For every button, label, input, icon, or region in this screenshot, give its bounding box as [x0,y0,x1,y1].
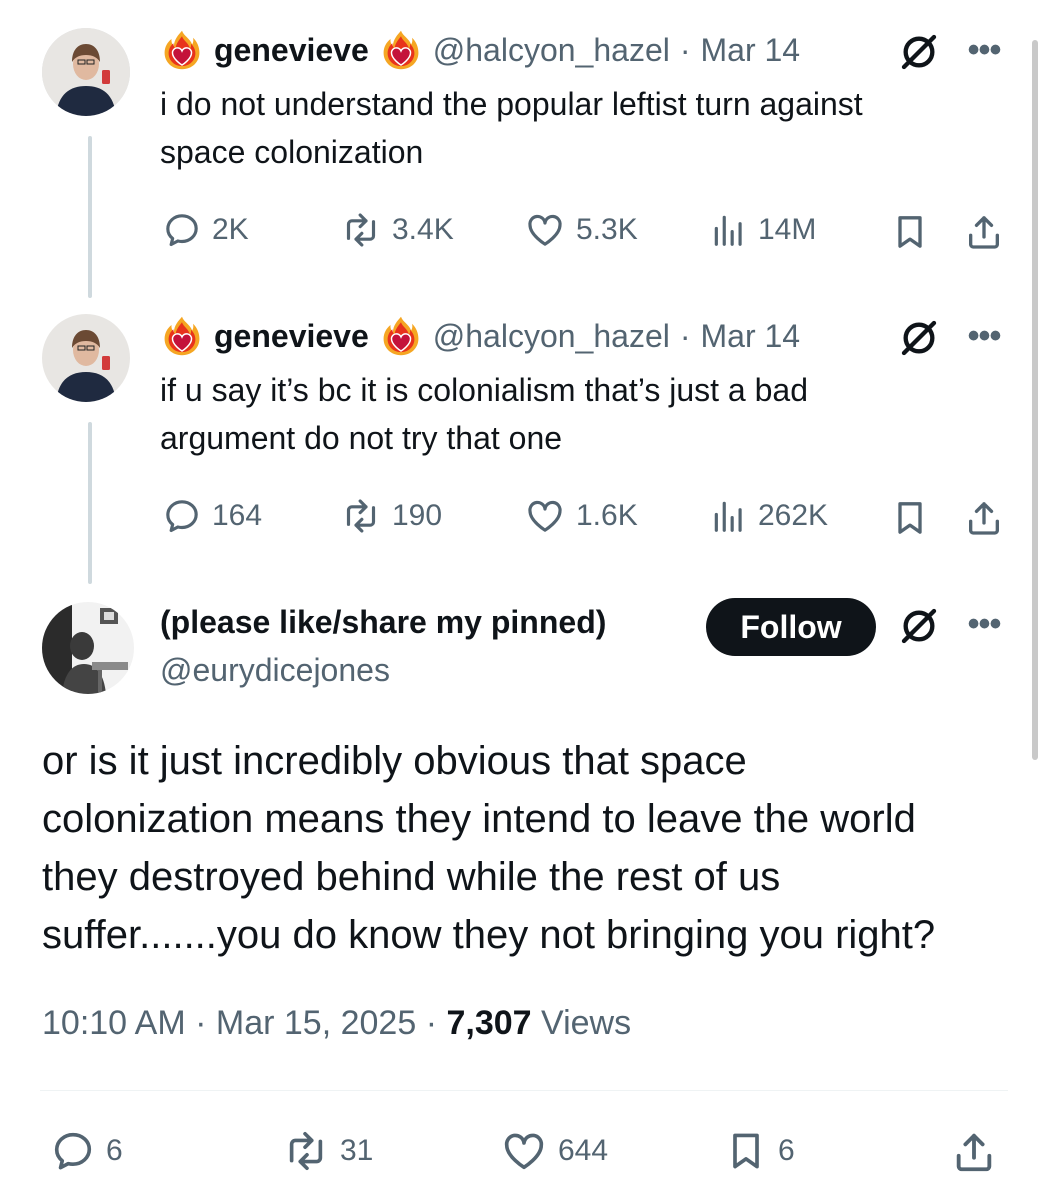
reply-icon [162,210,202,250]
bookmark-icon [890,498,930,538]
tweet-text: or is it just incredibly obvious that sp… [42,732,1012,964]
retweet-button[interactable]: 3.4K [340,210,454,250]
reply-button[interactable]: 164 [162,496,262,536]
like-count: 5.3K [576,213,638,246]
tweet-text-line: if u say it’s bc it is colonialism that’… [160,372,808,408]
retweet-icon [340,210,382,250]
like-button[interactable]: 5.3K [524,210,638,250]
grok-icon [899,606,939,646]
thread-line [88,422,92,584]
author-handle[interactable]: @halcyon_hazel [433,32,670,69]
bookmark-button[interactable] [888,210,932,254]
separator: · [679,317,691,354]
bookmark-button[interactable]: 6 [724,1128,795,1174]
author-name[interactable]: (please like/share my pinned) [160,600,606,644]
tweet-date[interactable]: Mar 14 [701,32,801,69]
share-icon [951,1129,997,1175]
bookmark-button[interactable] [888,496,932,540]
retweet-count: 31 [340,1134,374,1167]
reply-button[interactable]: 2K [162,210,249,250]
like-icon [524,210,566,250]
tweet-text-line: they destroyed behind while the rest of … [42,855,781,899]
views-button[interactable]: 262K [710,496,828,536]
like-button[interactable]: 644 [500,1128,608,1174]
author-handle[interactable]: @eurydicejones [160,648,390,692]
bookmark-icon [890,212,930,252]
avatar[interactable] [42,602,134,694]
divider [40,1090,1008,1091]
tweet-text-line: or is it just incredibly obvious that sp… [42,739,747,783]
views-count: 14M [758,213,817,246]
tweet-text-line: colonization means they intend to leave … [42,797,916,841]
tweet-text-line: i do not understand the popular leftist … [160,86,863,122]
share-icon [964,498,1004,538]
follow-button[interactable]: Follow [706,598,876,656]
profile-photo-icon [42,314,130,402]
more-button[interactable]: ••• [960,28,1008,72]
retweet-icon [282,1128,330,1174]
share-icon [964,212,1004,252]
like-count: 1.6K [576,499,638,532]
reply-count: 6 [106,1134,123,1167]
reply-count: 2K [212,213,249,246]
retweet-button[interactable]: 190 [340,496,442,536]
more-button[interactable]: ••• [960,602,1008,646]
retweet-button[interactable]: 31 [282,1128,373,1174]
avatar[interactable] [42,314,130,402]
separator: · [679,31,691,68]
views-button[interactable]: 14M [710,210,816,250]
views-label: Views [541,1004,632,1042]
views-icon [710,496,748,536]
avatar[interactable] [42,28,130,116]
share-button[interactable] [962,210,1006,254]
grok-button[interactable] [896,30,942,74]
like-count: 644 [558,1134,609,1167]
like-icon [500,1128,548,1174]
tweet-text-line: space colonization [160,134,424,170]
tweet-date[interactable]: Mar 15, 2025 [216,1004,416,1042]
grok-button[interactable] [896,604,942,648]
more-button[interactable]: ••• [960,314,1008,358]
separator: · [195,1004,207,1042]
author-name[interactable]: genevieve [214,318,369,355]
retweet-count: 190 [392,499,443,532]
grok-icon [899,32,939,72]
bookmark-count: 6 [778,1134,795,1167]
profile-photo-icon [42,602,134,694]
grok-button[interactable] [896,316,942,360]
retweet-count: 3.4K [392,213,454,246]
tweet-meta: 10:10 AM · Mar 15, 2025 · 7,307 Views [42,1004,631,1043]
profile-photo-icon [42,28,130,116]
reply-icon [50,1128,96,1174]
like-icon [524,496,566,536]
tweet-text-line: argument do not try that one [160,420,563,456]
tweet-date[interactable]: Mar 14 [701,318,801,355]
reply-count: 164 [212,499,263,532]
grok-icon [899,318,939,358]
reply-button[interactable]: 6 [50,1128,123,1174]
scrollbar[interactable] [1032,40,1038,760]
share-button[interactable] [950,1128,998,1176]
share-button[interactable] [962,496,1006,540]
fire-heart-icon [379,28,423,72]
fire-heart-icon [379,314,423,358]
thread-line [88,136,92,298]
tweet-text-line: suffer.......you do know they not bringi… [42,913,936,957]
views-icon [710,210,748,250]
bookmark-icon [724,1128,768,1174]
reply-icon [162,496,202,536]
views-count: 7,307 [446,1004,532,1042]
retweet-icon [340,496,382,536]
tweet-time[interactable]: 10:10 AM [42,1004,186,1042]
author-name[interactable]: genevieve [214,32,369,69]
fire-heart-icon [160,28,204,72]
separator: · [425,1004,438,1042]
views-count: 262K [758,499,829,532]
author-handle[interactable]: @halcyon_hazel [433,318,670,355]
like-button[interactable]: 1.6K [524,496,638,536]
fire-heart-icon [160,314,204,358]
